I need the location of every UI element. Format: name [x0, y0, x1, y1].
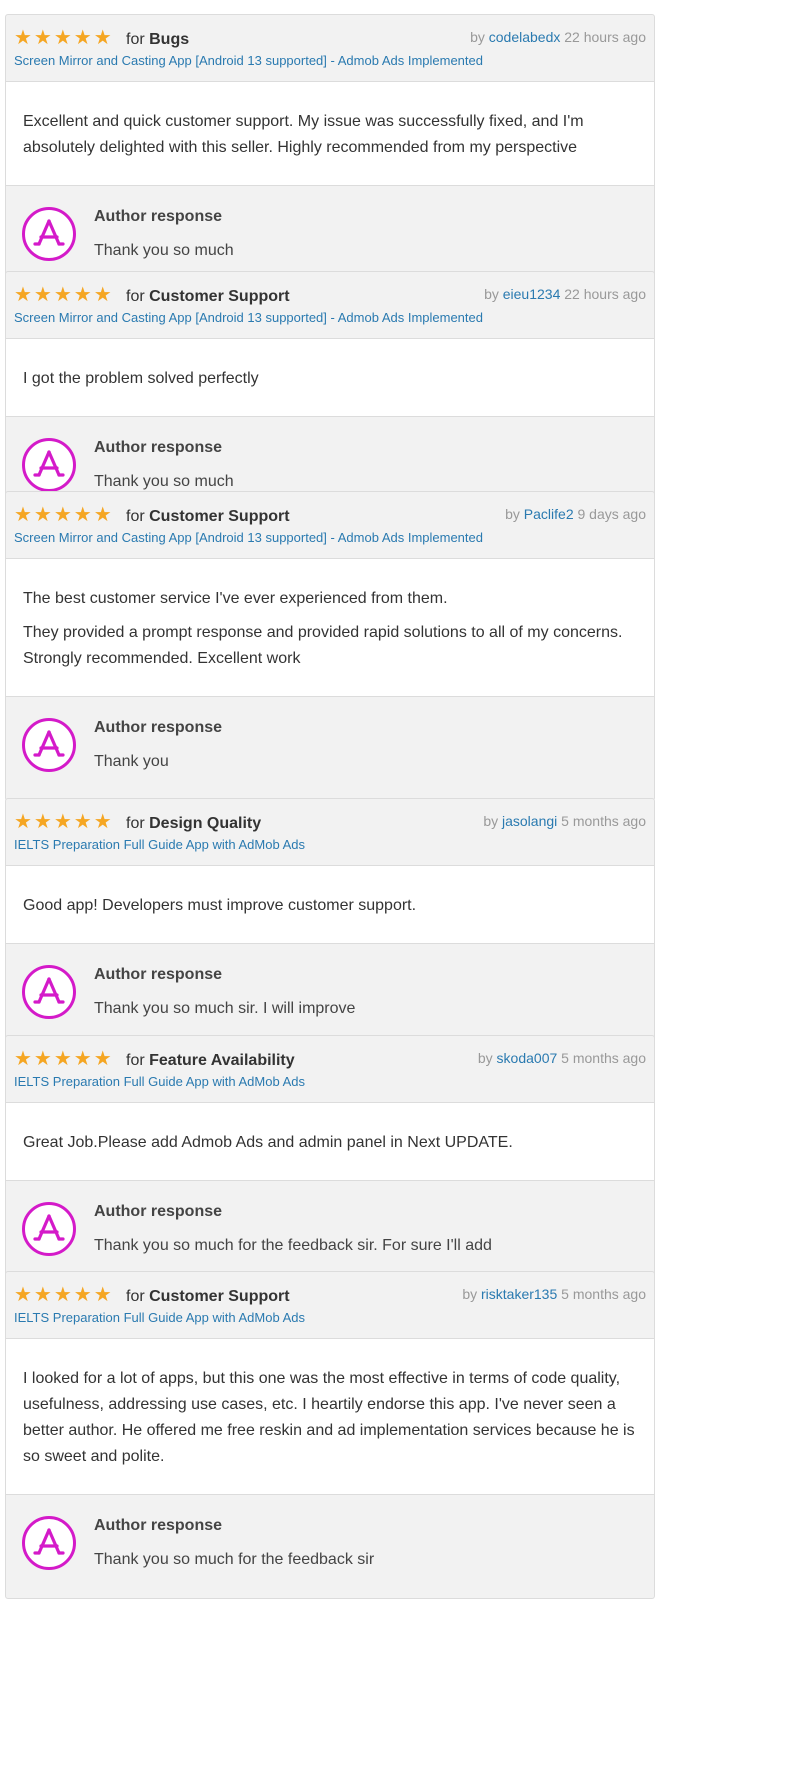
review-time: 22 hours ago — [564, 286, 646, 302]
review-text: I got the problem solved perfectly — [23, 370, 259, 387]
app-store-logo-icon — [22, 1202, 76, 1256]
response-title: Author response — [94, 439, 223, 456]
review-header: ★★★★★ for Customer Support by eieu1234 2… — [6, 272, 654, 339]
app-store-logo-icon — [22, 718, 76, 772]
item-link[interactable]: Screen Mirror and Casting App [Android 1… — [14, 52, 483, 70]
review-time: 5 months ago — [561, 1050, 646, 1066]
item-link[interactable]: IELTS Preparation Full Guide App with Ad… — [14, 836, 305, 854]
response-text: Thank you so much for the feedback sir. … — [94, 1237, 492, 1254]
star-rating-icon: ★★★★★ — [14, 504, 114, 526]
review-text: Excellent and quick customer support. My… — [23, 113, 584, 156]
review-card: ★★★★★ for Customer Support by eieu1234 2… — [5, 271, 655, 521]
author-link[interactable]: risktaker135 — [481, 1286, 557, 1302]
review-body: Good app! Developers must improve custom… — [6, 866, 654, 944]
author-response: Author response Thank you so much for th… — [6, 1495, 654, 1598]
review-card: ★★★★★ for Customer Support by Paclife2 9… — [5, 491, 655, 801]
review-card: ★★★★★ for Design Quality by jasolangi 5 … — [5, 798, 655, 1048]
response-text: Thank you so much — [94, 473, 234, 490]
response-title: Author response — [94, 1517, 223, 1534]
review-header: ★★★★★ for Bugs by codelabedx 22 hours ag… — [6, 15, 654, 82]
review-text: They provided a prompt response and prov… — [23, 624, 623, 667]
review-byline: by Paclife2 9 days ago — [505, 506, 647, 522]
author-link[interactable]: skoda007 — [497, 1050, 558, 1066]
response-text: Thank you so much — [94, 242, 234, 259]
review-time: 9 days ago — [577, 506, 647, 522]
review-category: for Design Quality — [126, 815, 262, 832]
review-body: Excellent and quick customer support. My… — [6, 82, 654, 186]
response-text: Thank you — [94, 753, 169, 770]
review-text: Good app! Developers must improve custom… — [23, 897, 417, 914]
item-link[interactable]: IELTS Preparation Full Guide App with Ad… — [14, 1073, 305, 1091]
star-rating-icon: ★★★★★ — [14, 811, 114, 833]
review-byline: by jasolangi 5 months ago — [483, 813, 646, 829]
item-link[interactable]: IELTS Preparation Full Guide App with Ad… — [14, 1309, 305, 1327]
author-response: Author response Thank you so much for th… — [6, 1181, 654, 1284]
star-rating-icon: ★★★★★ — [14, 27, 114, 49]
review-text: Great Job.Please add Admob Ads and admin… — [23, 1134, 513, 1151]
star-rating-icon: ★★★★★ — [14, 284, 114, 306]
app-store-logo-icon — [22, 207, 76, 261]
review-text: The best customer service I've ever expe… — [23, 590, 448, 607]
star-rating-icon: ★★★★★ — [14, 1284, 114, 1306]
author-link[interactable]: codelabedx — [489, 29, 561, 45]
review-byline: by risktaker135 5 months ago — [462, 1286, 646, 1302]
review-body: Great Job.Please add Admob Ads and admin… — [6, 1103, 654, 1181]
review-time: 5 months ago — [561, 813, 646, 829]
review-byline: by codelabedx 22 hours ago — [470, 29, 646, 45]
author-link[interactable]: Paclife2 — [524, 506, 574, 522]
review-category: for Customer Support — [126, 508, 290, 525]
review-header: ★★★★★ for Feature Availability by skoda0… — [6, 1036, 654, 1103]
item-link[interactable]: Screen Mirror and Casting App [Android 1… — [14, 309, 483, 327]
review-time: 5 months ago — [561, 1286, 646, 1302]
review-header: ★★★★★ for Customer Support by risktaker1… — [6, 1272, 654, 1339]
app-store-logo-icon — [22, 438, 76, 492]
review-body: I looked for a lot of apps, but this one… — [6, 1339, 654, 1495]
app-store-logo-icon — [22, 965, 76, 1019]
review-category: for Feature Availability — [126, 1052, 295, 1069]
review-header: ★★★★★ for Customer Support by Paclife2 9… — [6, 492, 654, 559]
review-text: I looked for a lot of apps, but this one… — [23, 1370, 635, 1465]
item-link[interactable]: Screen Mirror and Casting App [Android 1… — [14, 529, 483, 547]
app-store-logo-icon — [22, 1516, 76, 1570]
review-category: for Customer Support — [126, 1288, 290, 1305]
response-title: Author response — [94, 719, 223, 736]
response-title: Author response — [94, 208, 223, 225]
review-byline: by eieu1234 22 hours ago — [484, 286, 646, 302]
review-card: ★★★★★ for Customer Support by risktaker1… — [5, 1271, 655, 1599]
review-time: 22 hours ago — [564, 29, 646, 45]
response-text: Thank you so much for the feedback sir — [94, 1551, 375, 1568]
review-category: for Customer Support — [126, 288, 290, 305]
review-card: ★★★★★ for Feature Availability by skoda0… — [5, 1035, 655, 1285]
review-byline: by skoda007 5 months ago — [477, 1050, 646, 1066]
author-response: Author response Thank you so much sir. I… — [6, 944, 654, 1047]
review-card: ★★★★★ for Bugs by codelabedx 22 hours ag… — [5, 14, 655, 290]
response-text: Thank you so much sir. I will improve — [94, 1000, 356, 1017]
review-body: The best customer service I've ever expe… — [6, 559, 654, 697]
author-link[interactable]: eieu1234 — [503, 286, 561, 302]
review-header: ★★★★★ for Design Quality by jasolangi 5 … — [6, 799, 654, 866]
response-title: Author response — [94, 966, 223, 983]
review-body: I got the problem solved perfectly — [6, 339, 654, 417]
response-title: Author response — [94, 1203, 223, 1220]
review-category: for Bugs — [126, 31, 190, 48]
author-response: Author response Thank you — [6, 697, 654, 800]
author-link[interactable]: jasolangi — [502, 813, 557, 829]
star-rating-icon: ★★★★★ — [14, 1048, 114, 1070]
